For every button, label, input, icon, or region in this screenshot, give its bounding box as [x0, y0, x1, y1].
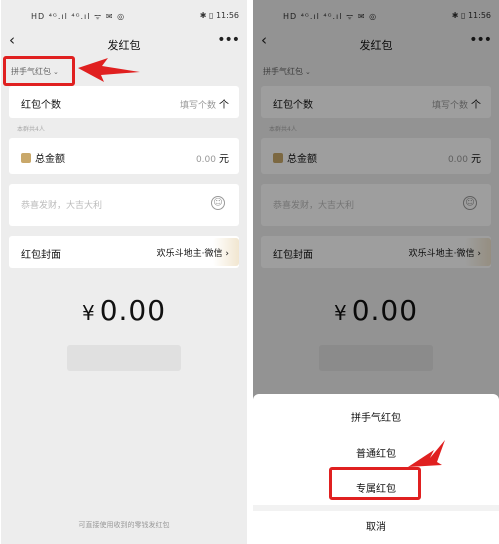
- arrow-left-annotation: [78, 58, 140, 82]
- arrow-right-annotation: [408, 440, 445, 467]
- annotation-arrows: [78, 58, 445, 467]
